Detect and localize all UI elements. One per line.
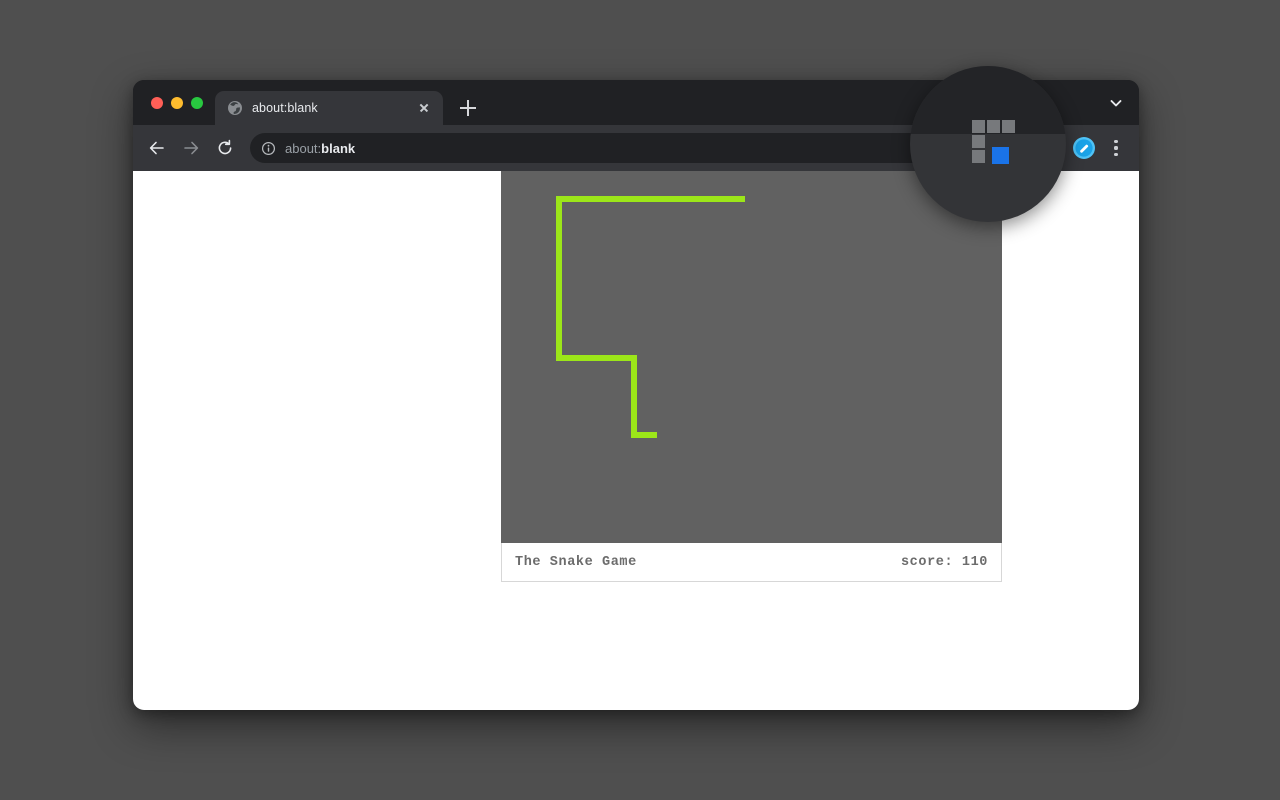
- snake-game: The Snake Game score: 110: [501, 171, 1002, 582]
- maximize-window-button[interactable]: [191, 97, 203, 109]
- tab-search-button[interactable]: [1099, 80, 1133, 125]
- preview-body-cell: [972, 135, 985, 148]
- extension-blue-icon: [1073, 137, 1095, 159]
- reload-icon: [216, 139, 234, 157]
- back-button[interactable]: [141, 132, 173, 164]
- page-viewport: The Snake Game score: 110: [133, 171, 1139, 710]
- chevron-down-icon: [1109, 96, 1123, 110]
- game-score: score: 110: [901, 555, 988, 570]
- forward-button[interactable]: [175, 132, 207, 164]
- address-bar-url: about:blank: [285, 141, 983, 156]
- arrow-right-icon: [182, 139, 200, 157]
- menu-dot-1: [1114, 140, 1117, 143]
- new-tab-button[interactable]: [454, 94, 482, 122]
- arrow-left-icon: [148, 139, 166, 157]
- minimize-window-button[interactable]: [171, 97, 183, 109]
- snake-extension-button[interactable]: [1073, 137, 1095, 159]
- menu-dot-2: [1114, 146, 1117, 149]
- url-prefix: about:: [285, 141, 321, 156]
- info-circle-icon[interactable]: [261, 141, 276, 156]
- preview-body-cell: [972, 150, 985, 163]
- globe-icon: [227, 100, 243, 116]
- preview-body-cell: [987, 120, 1000, 133]
- preview-food-cell: [992, 147, 1009, 164]
- tab-title: about:blank: [252, 101, 406, 115]
- menu-dot-3: [1114, 153, 1117, 156]
- extension-popup-spotlight[interactable]: [910, 66, 1066, 222]
- preview-body-cell: [972, 120, 985, 133]
- browser-menu-button[interactable]: [1103, 133, 1129, 163]
- snake-game-board[interactable]: [501, 171, 1002, 543]
- close-window-button[interactable]: [151, 97, 163, 109]
- browser-tab-about-blank[interactable]: about:blank: [215, 91, 443, 125]
- game-status-bar: The Snake Game score: 110: [501, 543, 1002, 582]
- reload-button[interactable]: [209, 132, 241, 164]
- spotlight-snake-preview: [958, 120, 1018, 168]
- snake-body: [501, 171, 1002, 543]
- url-main: blank: [321, 141, 355, 156]
- window-traffic-lights: [133, 80, 215, 125]
- preview-body-cell: [1002, 120, 1015, 133]
- game-title: The Snake Game: [515, 555, 637, 570]
- close-tab-button[interactable]: [415, 99, 433, 117]
